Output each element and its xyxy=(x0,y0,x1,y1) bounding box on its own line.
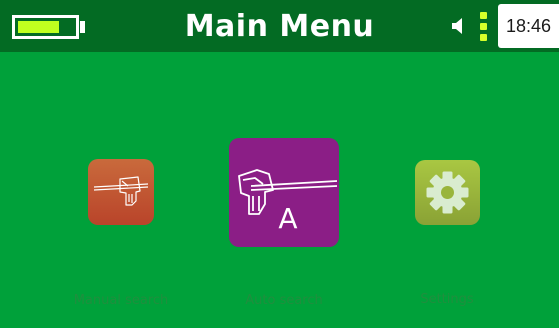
gear-icon xyxy=(426,171,469,214)
manual-search-tile[interactable] xyxy=(88,159,154,225)
status-bar: Main Menu 18:46 xyxy=(0,0,559,52)
page-title: Main Menu xyxy=(184,9,375,44)
main-menu-screen: Main Menu 18:46 Manual search A Auto sea… xyxy=(0,0,559,328)
speaker-icon[interactable] xyxy=(450,17,466,35)
settings-tile[interactable] xyxy=(415,160,480,225)
menu-label-settings: Settings xyxy=(420,292,474,307)
signal-segment xyxy=(480,23,487,30)
signal-segment xyxy=(480,34,487,41)
signal-segment xyxy=(480,12,487,19)
auto-badge: A xyxy=(278,202,298,235)
signal-strength-icon xyxy=(478,11,489,42)
manual-detector-icon xyxy=(93,176,149,206)
clock: 18:46 xyxy=(498,4,559,48)
auto-search-tile[interactable]: A xyxy=(229,138,339,247)
menu-label-manual-search: Manual search xyxy=(73,293,169,308)
menu-label-auto-search: Auto search xyxy=(245,293,323,308)
